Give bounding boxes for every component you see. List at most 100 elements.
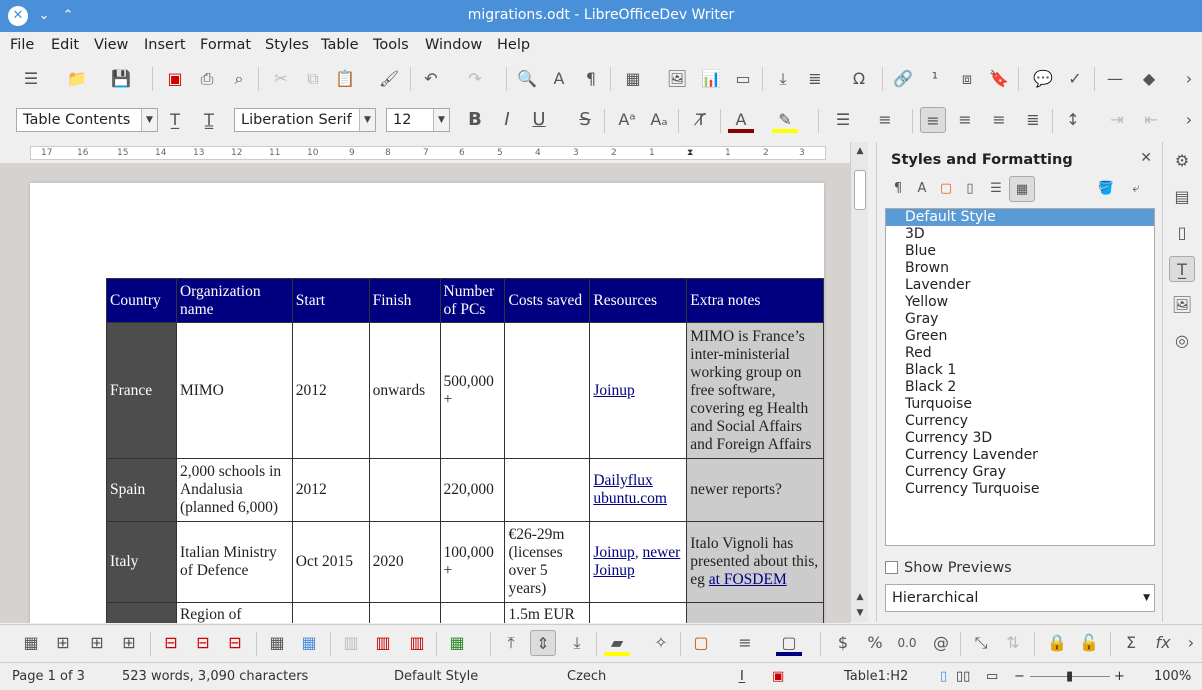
number-format-icon[interactable]: 0.0 (894, 630, 920, 656)
scroll-up-icon[interactable]: ▲ (853, 144, 867, 158)
multi-page-view-icon[interactable]: ▯▯ (956, 669, 970, 684)
paste-icon[interactable]: 📋 (332, 66, 358, 92)
insert-columns-icon[interactable]: ⊞ (116, 630, 142, 656)
cell-notes[interactable] (686, 602, 824, 623)
export-pdf-icon[interactable]: ▣ (162, 66, 188, 92)
bold-icon[interactable]: B (462, 107, 488, 133)
chevron-down-icon[interactable]: ▼ (1143, 585, 1150, 611)
style-item[interactable]: Brown (886, 260, 1154, 277)
insert-page-break-icon[interactable]: ⤓ (770, 66, 796, 92)
menu-insert[interactable]: Insert (144, 37, 186, 53)
scrollbar-thumb[interactable] (854, 170, 866, 210)
cell-costs[interactable] (504, 458, 591, 522)
notes-link[interactable]: at FOSDEM (709, 571, 787, 588)
scroll-up-icon[interactable]: ▲ (853, 590, 867, 604)
new-style-icon[interactable]: T̳ (196, 107, 222, 133)
border-style-icon[interactable]: ≡ (732, 630, 758, 656)
paragraph-styles-icon[interactable]: ¶ (885, 176, 911, 202)
clone-formatting-icon[interactable]: 🖌 (376, 66, 402, 92)
style-item[interactable]: Currency Lavender (886, 447, 1154, 464)
underline-icon[interactable]: U (526, 107, 552, 133)
header-notes[interactable]: Extra notes (686, 278, 824, 323)
style-item[interactable]: Blue (886, 243, 1154, 260)
style-item[interactable]: Default Style (886, 209, 1154, 226)
sort-icon[interactable]: ⇅ (1000, 630, 1026, 656)
decrease-indent-icon[interactable]: ⇤ (1138, 107, 1164, 133)
insert-table-icon[interactable]: ▦ (18, 630, 44, 656)
insert-special-character-icon[interactable]: Ω (846, 66, 872, 92)
cell-start[interactable]: Oct 2015 (291, 521, 370, 603)
cell-resources[interactable]: Joinup (589, 322, 688, 459)
borders-icon[interactable]: ▢ (688, 630, 714, 656)
cell-org[interactable]: 2,000 schools in Andalusia (planned 6,00… (175, 458, 293, 522)
cell-start[interactable]: 2012 (291, 458, 370, 522)
menu-format[interactable]: Format (200, 37, 251, 53)
insert-hyperlink-icon[interactable]: 🔗 (890, 66, 916, 92)
view-layout-icon[interactable]: ☰ (18, 66, 44, 92)
unordered-list-icon[interactable]: ☰ (830, 107, 856, 133)
more-table-tools-icon[interactable]: › (1178, 630, 1202, 656)
cell-org[interactable]: MIMO (175, 322, 293, 459)
font-color-icon[interactable]: A (728, 107, 754, 133)
cell-start[interactable] (291, 602, 370, 623)
insert-bookmark-icon[interactable]: 🔖 (986, 66, 1012, 92)
navigator-icon[interactable]: ◎ (1169, 328, 1195, 354)
style-item[interactable]: Yellow (886, 294, 1154, 311)
cell-resources[interactable]: Joinup, newer Joinup (589, 521, 688, 603)
cell-finish[interactable]: 2020 (368, 521, 441, 603)
find-replace-icon[interactable]: 🔍 (514, 66, 540, 92)
style-item[interactable]: Gray (886, 311, 1154, 328)
more-formatting-icon[interactable]: › (1176, 107, 1202, 133)
cell-start[interactable]: 2012 (291, 322, 370, 459)
migrations-table[interactable]: Country Organization name Start Finish N… (106, 278, 824, 623)
formatting-marks-icon[interactable]: ¶ (578, 66, 604, 92)
delete-table-icon[interactable]: ⊟ (222, 630, 248, 656)
insert-table-icon[interactable]: ▦ (620, 66, 646, 92)
line-spacing-icon[interactable]: ↕ (1060, 107, 1086, 133)
italic-icon[interactable]: I (494, 107, 520, 133)
cell-costs[interactable] (504, 322, 591, 459)
cell-finish[interactable] (368, 602, 441, 623)
page-styles-icon[interactable]: ▯ (957, 176, 983, 202)
justify-icon[interactable]: ≣ (1020, 107, 1046, 133)
menu-window[interactable]: Window (425, 37, 482, 53)
delete-columns-icon[interactable]: ⊟ (190, 630, 216, 656)
cell-resources[interactable] (589, 602, 688, 623)
cell-resources[interactable]: Dailyflux ubuntu.com (589, 458, 688, 522)
sum-icon[interactable]: Σ (1118, 630, 1144, 656)
style-item[interactable]: Lavender (886, 277, 1154, 294)
ruler-indent-marker[interactable]: ⧗ (687, 148, 693, 158)
style-item[interactable]: Red (886, 345, 1154, 362)
more-tools-icon[interactable]: › (1176, 66, 1202, 92)
currency-format-icon[interactable]: $ (830, 630, 856, 656)
table-cell-background-icon[interactable]: ▰ (604, 630, 630, 656)
cell-pcs[interactable]: 220,000 (439, 458, 506, 522)
close-icon[interactable]: ✕ (1140, 150, 1152, 166)
style-filter-select[interactable]: Hierarchical ▼ (885, 584, 1155, 612)
highlight-color-icon[interactable]: ✎ (772, 107, 798, 133)
menu-table[interactable]: Table (321, 37, 359, 53)
number-format-default-icon[interactable]: @ (928, 630, 954, 656)
insert-mode-icon[interactable]: I̲ (740, 669, 744, 684)
insert-comment-icon[interactable]: 💬 (1030, 66, 1056, 92)
superscript-icon[interactable]: Aᵃ (614, 107, 640, 133)
cell-pcs[interactable]: 100,000 + (439, 521, 506, 603)
character-styles-icon[interactable]: A (909, 176, 935, 202)
style-item[interactable]: Green (886, 328, 1154, 345)
clear-formatting-icon[interactable]: T̸ (688, 107, 714, 133)
subscript-icon[interactable]: Aₐ (646, 107, 672, 133)
font-name-combo[interactable]: Liberation Serif ▼ (234, 108, 376, 132)
show-previews-checkbox[interactable]: Show Previews (885, 560, 1012, 576)
cell-org[interactable]: Italian Ministry of Defence (175, 521, 293, 603)
cell-costs[interactable]: 1.5m EUR (504, 602, 591, 623)
select-table-icon[interactable]: ▦ (296, 630, 322, 656)
language[interactable]: Czech (567, 669, 606, 684)
new-style-from-selection-icon[interactable]: ⤶ (1123, 176, 1149, 202)
insert-endnote-icon[interactable]: ⧈ (954, 66, 980, 92)
cell-country[interactable]: Italy (106, 521, 177, 603)
resource-link[interactable]: Joinup (593, 544, 634, 561)
insert-line-icon[interactable]: — (1102, 66, 1128, 92)
menu-help[interactable]: Help (497, 37, 530, 53)
chevron-down-icon[interactable]: ▼ (433, 109, 449, 131)
checkbox-box[interactable] (885, 561, 898, 574)
